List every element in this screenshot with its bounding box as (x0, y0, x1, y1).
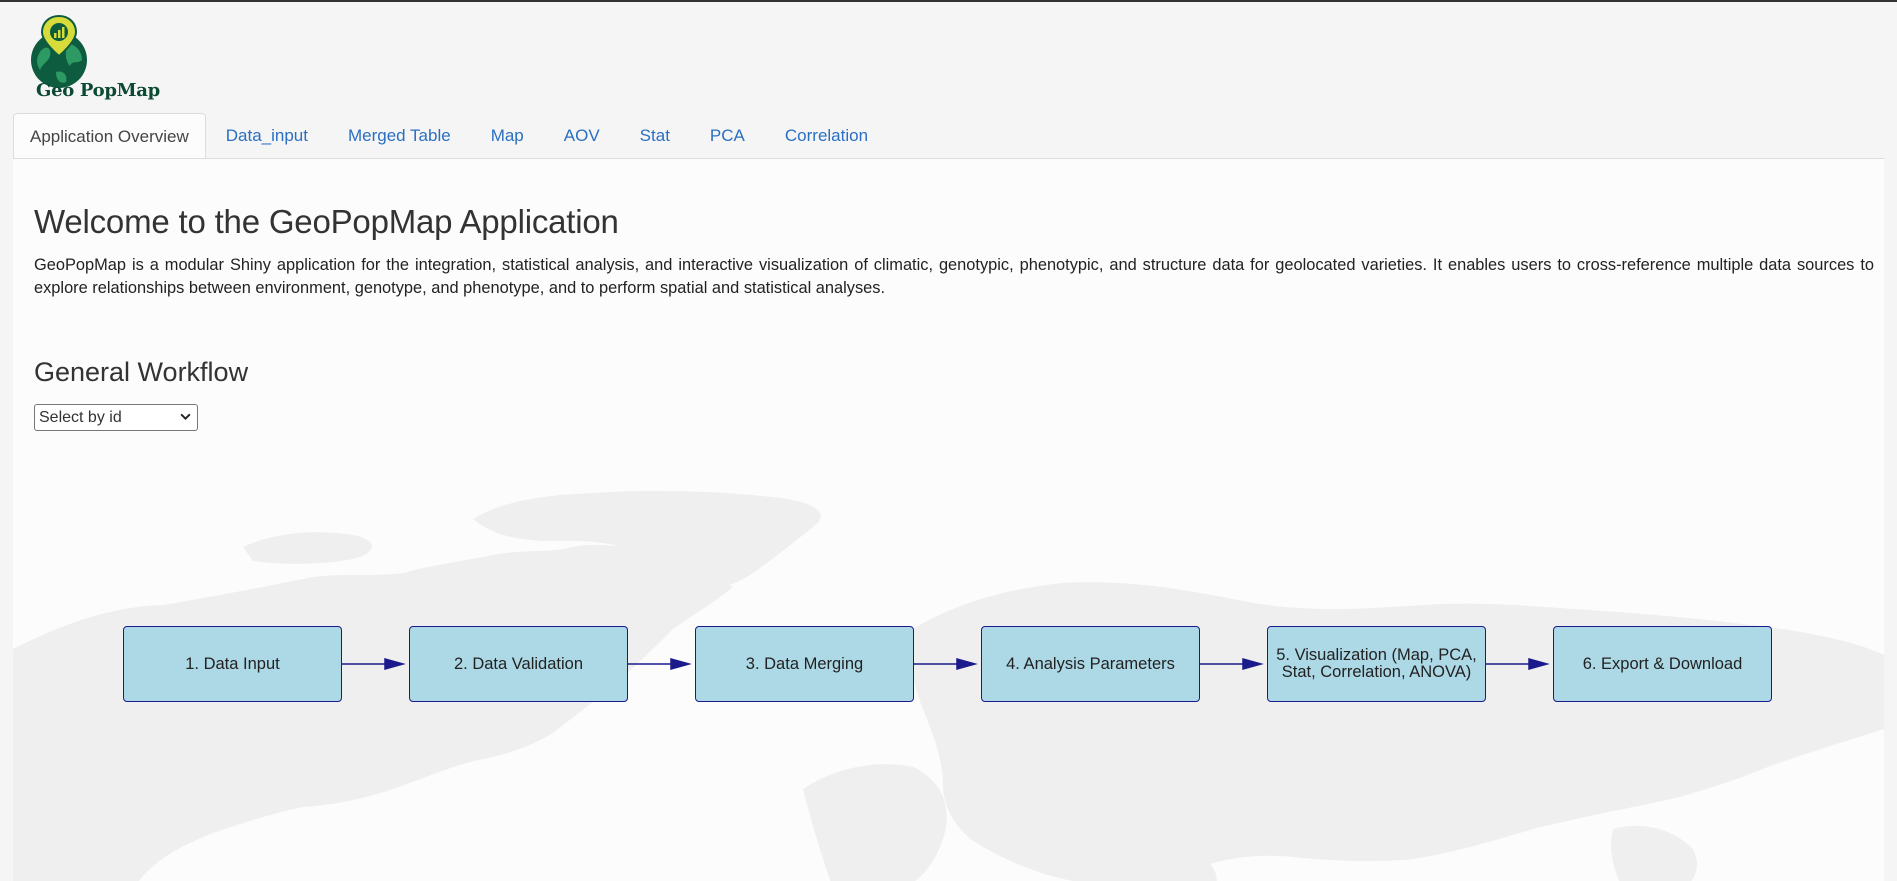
window-top-border (0, 0, 1897, 2)
edge-1-2-arrowhead (384, 658, 406, 670)
workflow-node-visualization[interactable]: 5. Visualization (Map, PCA, Stat, Correl… (1267, 626, 1486, 702)
tab-pca[interactable]: PCA (690, 113, 765, 158)
workflow-node-export-download[interactable]: 6. Export & Download (1553, 626, 1772, 702)
logo-text: Geo PopMap (36, 80, 160, 101)
tab-aov[interactable]: AOV (544, 113, 620, 158)
workflow-node-analysis-parameters[interactable]: 4. Analysis Parameters (981, 626, 1200, 702)
edge-2-3-arrowhead (670, 658, 692, 670)
tab-application-overview[interactable]: Application Overview (13, 113, 206, 160)
main-tabs: Application Overview Data_input Merged T… (13, 113, 888, 160)
tab-stat[interactable]: Stat (620, 113, 690, 158)
edge-3-4-arrowhead (956, 658, 978, 670)
tab-correlation[interactable]: Correlation (765, 113, 888, 158)
tab-data-input[interactable]: Data_input (206, 113, 328, 158)
workflow-diagram: 1. Data Input 2. Data Validation 3. Data… (13, 159, 1884, 881)
workflow-node-data-merging[interactable]: 3. Data Merging (695, 626, 914, 702)
edge-5-6-arrowhead (1528, 658, 1550, 670)
workflow-node-data-validation[interactable]: 2. Data Validation (409, 626, 628, 702)
globe-pin-icon (31, 14, 87, 88)
workflow-node-data-input[interactable]: 1. Data Input (123, 626, 342, 702)
tab-merged-table[interactable]: Merged Table (328, 113, 471, 158)
edge-4-5-arrowhead (1242, 658, 1264, 670)
tab-map[interactable]: Map (471, 113, 544, 158)
workflow-edges (341, 658, 1550, 670)
geopopmap-logo: Geo PopMap (28, 14, 160, 106)
overview-panel: Welcome to the GeoPopMap Application Geo… (13, 158, 1884, 881)
